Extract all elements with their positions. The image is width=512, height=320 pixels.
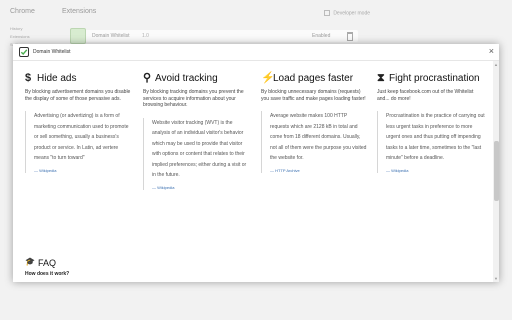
checkbox-icon[interactable] <box>324 10 331 16</box>
quote-source-link[interactable]: — Wikipedia <box>34 168 131 173</box>
faq-heading: FAQ <box>38 258 57 268</box>
tab-extensions[interactable]: Extensions <box>62 8 96 15</box>
feature-title: Load pages faster <box>273 73 354 84</box>
quote-text: Website visitor tracking (WVT) is the an… <box>152 119 247 179</box>
sidebar-item-extensions[interactable]: Extensions <box>10 34 30 39</box>
shield-check-icon <box>19 47 29 57</box>
quote-text: Advertising (or advertizing) is a form o… <box>34 113 129 162</box>
feature-title: Fight procrastination <box>389 73 480 84</box>
search-icon: ⚲ <box>143 72 152 84</box>
faq-question[interactable]: How does it work? <box>25 271 69 277</box>
scroll-up-icon[interactable]: ▲ <box>494 62 498 67</box>
developer-mode-label: Developer mode <box>333 10 370 17</box>
quote-source-link[interactable]: — Wikipedia <box>152 185 249 190</box>
quote-source-link[interactable]: — HTTP Archive <box>270 168 367 173</box>
extension-icon <box>70 28 86 44</box>
feature-description: By blocking tracking domains you prevent… <box>143 89 244 109</box>
feature-heading: ⚡Load pages faster <box>261 73 367 87</box>
enabled-toggle[interactable]: Enabled <box>312 33 330 39</box>
dollar-icon: $ <box>25 72 32 84</box>
feature-hide-ads: $ Hide ads By blocking advertisement doma… <box>25 73 131 173</box>
dialog-header: Domain Whitelist × <box>13 44 499 61</box>
feature-heading: ⧗ Fight procrastination <box>377 73 487 87</box>
scroll-down-icon[interactable]: ▼ <box>494 276 498 281</box>
hourglass-icon: ⧗ <box>377 72 385 84</box>
feature-fight-procrastination: ⧗ Fight procrastination Just keep faceboo… <box>377 73 487 173</box>
feature-quote: Procrastination is the practice of carry… <box>377 111 487 173</box>
feature-heading: $ Hide ads <box>25 73 131 87</box>
tab-chrome[interactable]: Chrome <box>10 8 35 15</box>
dialog-title: Domain Whitelist <box>33 49 71 55</box>
feature-title: Avoid tracking <box>155 73 218 84</box>
feature-description: By blocking unnecessary domains (request… <box>261 89 366 102</box>
feature-heading: ⚲ Avoid tracking <box>143 73 249 87</box>
dialog-content: $ Hide ads By blocking advertisement doma… <box>13 61 491 282</box>
scroll-thumb[interactable] <box>494 141 499 201</box>
bolt-icon: ⚡ <box>261 72 275 84</box>
extension-version: 1.0 <box>142 33 149 39</box>
feature-description: Just keep facebook.com out of the Whitel… <box>377 89 474 102</box>
feature-quote: Advertising (or advertizing) is a form o… <box>25 111 131 173</box>
developer-mode-toggle[interactable]: Developer mode <box>324 10 370 16</box>
quote-text: Average website makes 100 HTTP requests … <box>270 113 367 162</box>
feature-load-faster: ⚡Load pages faster By blocking unnecessa… <box>261 73 367 173</box>
vertical-scrollbar[interactable]: ▲ ▼ <box>493 61 499 282</box>
quote-source-link[interactable]: — Wikipedia <box>386 168 487 173</box>
sidebar-item-history[interactable]: History <box>10 26 22 31</box>
feature-quote: Average website makes 100 HTTP requests … <box>261 111 367 173</box>
feature-title: Hide ads <box>37 73 77 84</box>
trash-icon[interactable] <box>347 32 353 41</box>
extension-name[interactable]: Domain Whitelist <box>92 33 130 39</box>
feature-description: By blocking advertisement domains you di… <box>25 89 131 102</box>
graduation-cap-icon: 🎓 <box>25 257 35 266</box>
close-button[interactable]: × <box>489 46 494 56</box>
extensions-header: Chrome Extensions Developer mode <box>0 0 512 22</box>
options-dialog: Domain Whitelist × $ Hide ads By blocking… <box>13 44 499 282</box>
feature-avoid-tracking: ⚲ Avoid tracking By blocking tracking dom… <box>143 73 249 190</box>
quote-text: Procrastination is the practice of carry… <box>386 113 485 162</box>
feature-quote: Website visitor tracking (WVT) is the an… <box>143 117 249 190</box>
